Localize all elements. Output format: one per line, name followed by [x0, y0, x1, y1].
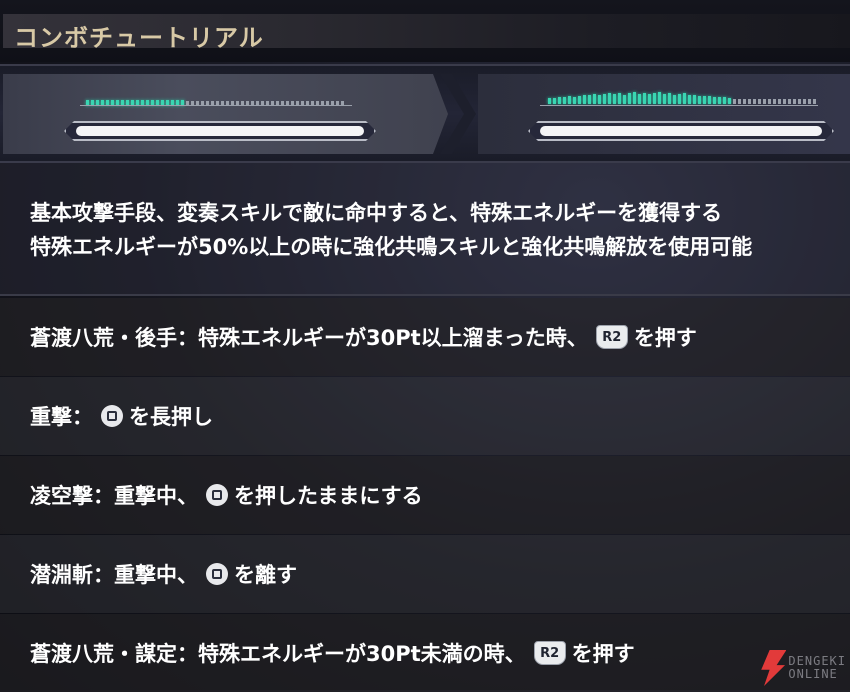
meter-segment	[708, 96, 711, 104]
move-action: を長押し	[129, 405, 213, 429]
meter-segment	[783, 99, 786, 104]
description-line-2: 特殊エネルギーが50%以上の時に強化共鳴スキルと強化共鳴解放を使用可能	[30, 235, 753, 259]
meter-segment	[623, 95, 626, 104]
description-box: 基本攻撃手段、変奏スキルで敵に命中すると、特殊エネルギーを獲得する 特殊エネルギ…	[0, 161, 850, 296]
meter-segment	[583, 95, 586, 104]
move-row-ryoukuugeki: 凌空撃：重撃中、 を押したままにする	[0, 456, 850, 534]
meter-segment	[588, 95, 591, 104]
meter-segment	[713, 97, 716, 104]
square-button-icon	[206, 563, 228, 585]
move-row-soutohakkou-gote: 蒼渡八荒・後手：特殊エネルギーが30Pt以上溜まった時、 R2 を押す	[0, 298, 850, 376]
meter-segment	[693, 95, 696, 104]
move-text: 重撃：	[30, 405, 93, 429]
meter-segment	[608, 93, 611, 104]
meter-segment	[773, 99, 776, 104]
hp-fill-before	[76, 126, 364, 136]
move-action: を離す	[234, 563, 297, 587]
move-text: 蒼渡八荒・謀定：特殊エネルギーが30Pt未満の時、	[30, 642, 526, 666]
meter-segment	[803, 99, 806, 104]
meter-segment	[738, 99, 741, 104]
meter-segment	[788, 99, 791, 104]
r2-button-icon: R2	[595, 325, 628, 349]
meter-segment	[553, 98, 556, 104]
dengeki-online-watermark: DENGEKI ONLINE	[758, 650, 846, 686]
meter-segment	[743, 99, 746, 104]
meter-segment	[698, 96, 701, 104]
meter-segment	[733, 99, 736, 104]
meter-segment	[683, 93, 686, 104]
meter-baseline-before	[80, 105, 352, 106]
meter-segment	[638, 94, 641, 104]
meter-segment	[598, 95, 601, 104]
move-row-soutohakkou-boutei: 蒼渡八荒・謀定：特殊エネルギーが30Pt未満の時、 R2 を押す	[0, 614, 850, 692]
hp-bar-after	[528, 121, 834, 141]
move-text: 蒼渡八荒・後手：特殊エネルギーが30Pt以上溜まった時、	[30, 326, 588, 350]
meter-segment	[558, 97, 561, 104]
meter-segment	[613, 94, 616, 104]
watermark-line-2: ONLINE	[788, 667, 838, 681]
move-action: を押す	[571, 642, 635, 666]
meter-baseline-after	[540, 105, 818, 106]
meter-segment	[793, 99, 796, 104]
meter-segment	[813, 99, 816, 104]
square-button-icon	[101, 405, 123, 427]
meter-segment	[688, 95, 691, 104]
page-title: コンボチュートリアル	[14, 24, 264, 52]
meter-segment	[563, 97, 566, 104]
demo-before-panel	[3, 74, 448, 154]
meter-segment	[578, 96, 581, 104]
move-row-senenzan: 潜淵斬：重撃中、 を離す	[0, 535, 850, 613]
demo-after-panel	[478, 74, 850, 154]
meter-segment	[658, 92, 661, 104]
energy-meter-after	[548, 90, 816, 104]
meter-segment	[768, 99, 771, 104]
lightning-bolt-icon	[761, 650, 787, 686]
meter-segment	[753, 99, 756, 104]
meter-segment	[673, 95, 676, 104]
meter-segment	[593, 94, 596, 104]
meter-segment	[718, 97, 721, 104]
meter-segment	[648, 94, 651, 104]
meter-segment	[778, 99, 781, 104]
r2-button-icon: R2	[533, 641, 566, 665]
meter-segment	[703, 96, 706, 104]
meter-segment	[758, 99, 761, 104]
meter-segment	[663, 94, 666, 104]
energy-meter-before	[86, 92, 344, 106]
meter-segment	[618, 93, 621, 104]
meter-segment	[548, 98, 551, 104]
move-action: を押したままにする	[234, 484, 423, 508]
meter-segment	[808, 99, 811, 104]
combo-demo-panel	[0, 64, 850, 163]
meter-segment	[678, 94, 681, 104]
move-action: を押す	[633, 326, 697, 350]
meter-segment	[628, 93, 631, 104]
move-text: 潜淵斬：重撃中、	[30, 563, 198, 587]
hp-fill-after	[540, 126, 822, 136]
move-text: 凌空撃：重撃中、	[30, 484, 198, 508]
meter-segment	[723, 97, 726, 104]
move-row-juugeki: 重撃： を長押し	[0, 377, 850, 455]
meter-segment	[798, 99, 801, 104]
meter-segment	[573, 97, 576, 104]
meter-segment	[668, 93, 671, 104]
meter-segment	[603, 94, 606, 104]
meter-segment	[728, 98, 731, 104]
hp-bar-before	[64, 121, 376, 141]
meter-segment	[653, 93, 656, 104]
tutorial-header: コンボチュートリアル	[0, 0, 850, 62]
meter-segment	[633, 92, 636, 104]
meter-segment	[568, 96, 571, 104]
description-line-1: 基本攻撃手段、変奏スキルで敵に命中すると、特殊エネルギーを獲得する	[30, 201, 723, 225]
meter-segment	[748, 99, 751, 104]
meter-segment	[763, 99, 766, 104]
square-button-icon	[206, 484, 228, 506]
meter-segment	[643, 93, 646, 104]
